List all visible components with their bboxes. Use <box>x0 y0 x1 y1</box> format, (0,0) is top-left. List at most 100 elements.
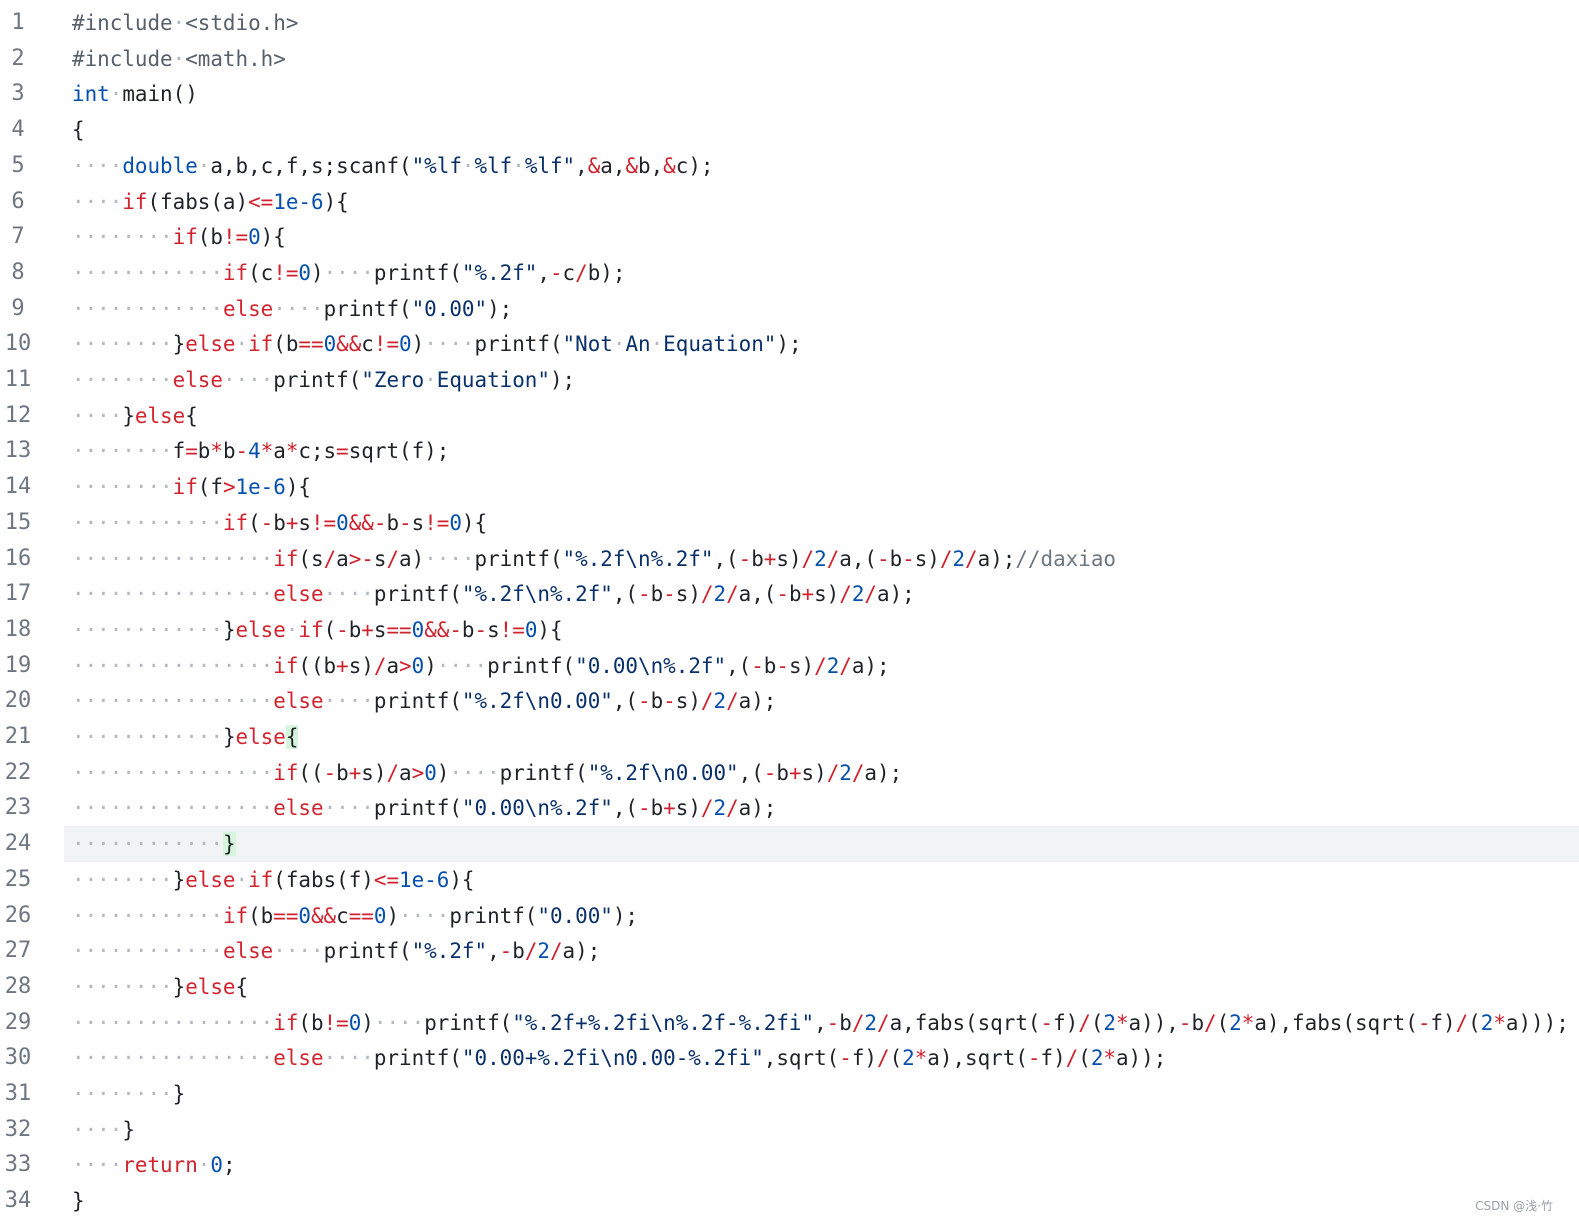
line-number: 23 <box>4 795 32 821</box>
code-text: ············if(c!=0)····printf("%.2f",-c… <box>72 260 626 285</box>
code-line[interactable]: 8 ············if(c!=0)····printf("%.2f",-… <box>0 255 1579 291</box>
code-text: ····double·a,b,c,f,s;scanf("%lf·%lf·%lf"… <box>72 153 714 178</box>
code-line[interactable]: 12 ····}else{ <box>0 398 1579 434</box>
code-text: ············if(-b+s!=0&&-b-s!=0){ <box>72 510 488 535</box>
line-number: 20 <box>4 688 32 714</box>
code-text: ····if(fabs(a)<=1e-6){ <box>72 189 349 214</box>
code-line[interactable]: 17 ················else····printf("%.2f\n… <box>0 576 1579 612</box>
code-line[interactable]: 32 ····} <box>0 1112 1579 1148</box>
line-number: 14 <box>4 474 32 500</box>
code-line[interactable]: 20 ················else····printf("%.2f\n… <box>0 683 1579 719</box>
code-text: #include·<math.h> <box>72 46 286 71</box>
code-line[interactable]: 21 ············}else{ <box>0 719 1579 755</box>
line-number: 21 <box>4 724 32 749</box>
code-text: #include·<stdio.h> <box>72 11 299 35</box>
code-text: ········}else·if(fabs(f)<=1e-6){ <box>72 867 475 892</box>
line-number: 16 <box>4 545 32 571</box>
code-text: ····return·0; <box>72 1153 236 1178</box>
line-number: 13 <box>4 438 32 464</box>
code-line[interactable]: 6 ····if(fabs(a)<=1e-6){ <box>0 184 1579 220</box>
line-number: 12 <box>4 402 32 428</box>
code-line[interactable]: 7 ········if(b!=0){ <box>0 219 1579 255</box>
code-editor[interactable]: 1 #include·<stdio.h> 2 #include·<math.h> 3 in… <box>0 0 1579 1230</box>
line-number: 5 <box>11 152 25 178</box>
code-text: ············if(b==0&&c==0)····printf("0.… <box>72 903 639 928</box>
line-number: 31 <box>4 1081 32 1106</box>
code-line[interactable]: 30 ················else····printf("0.00+%… <box>0 1040 1579 1076</box>
line-number: 24 <box>4 831 32 857</box>
code-text: ····} <box>72 1117 135 1142</box>
line-number: 6 <box>11 188 25 214</box>
line-number: 2 <box>11 45 25 71</box>
code-text: ················if(s/a>-s/a)····printf("… <box>72 546 1116 571</box>
code-line[interactable]: 29 ················if(b!=0)····printf("%.… <box>0 1005 1579 1041</box>
code-line[interactable]: 28 ········}else{ <box>0 969 1579 1005</box>
code-text: ················else····printf("0.00\n%.… <box>72 796 777 821</box>
code-text: ············} <box>72 832 236 857</box>
code-text: ················else····printf("0.00+%.2… <box>72 1046 1167 1071</box>
code-line[interactable]: 5 ····double·a,b,c,f,s;scanf("%lf·%lf·%lf… <box>0 148 1579 184</box>
code-text: ················if((b+s)/a>0)····printf(… <box>72 653 890 678</box>
code-line[interactable]: 19 ················if((b+s)/a>0)····print… <box>0 648 1579 684</box>
line-number: 34 <box>4 1188 32 1214</box>
code-line[interactable]: 18 ············}else·if(-b+s==0&&-b-s!=0)… <box>0 612 1579 648</box>
code-line[interactable]: 25 ········}else·if(fabs(f)<=1e-6){ <box>0 862 1579 898</box>
code-line[interactable]: 9 ············else····printf("0.00"); <box>0 291 1579 327</box>
code-line[interactable]: 31 ········} <box>0 1076 1579 1112</box>
code-line[interactable]: 26 ············if(b==0&&c==0)····printf("… <box>0 898 1579 934</box>
line-number: 26 <box>4 902 32 928</box>
line-number: 33 <box>4 1152 32 1178</box>
line-number: 8 <box>11 259 25 285</box>
line-number: 10 <box>4 331 32 357</box>
code-line[interactable]: 3 int·main() <box>0 76 1579 112</box>
code-text: ········}else·if(b==0&&c!=0)····printf("… <box>72 332 802 357</box>
code-line[interactable]: 16 ················if(s/a>-s/a)····printf… <box>0 541 1579 577</box>
code-text: int·main() <box>72 82 198 107</box>
code-text: ····}else{ <box>72 403 198 428</box>
code-line[interactable]: 23 ················else····printf("0.00\n… <box>0 790 1579 826</box>
code-line[interactable]: 14 ········if(f>1e-6){ <box>0 469 1579 505</box>
line-number: 9 <box>11 295 25 321</box>
code-text: } <box>72 1189 85 1214</box>
code-line[interactable]: 22 ················if((-b+s)/a>0)····prin… <box>0 755 1579 791</box>
line-number: 1 <box>11 10 25 35</box>
code-line[interactable]: 13 ········f=b*b-4*a*c;s=sqrt(f); <box>0 433 1579 469</box>
line-number: 29 <box>4 1009 32 1035</box>
line-number: 11 <box>4 367 32 392</box>
line-number: 18 <box>4 616 32 642</box>
line-number: 7 <box>11 224 25 250</box>
line-number: 3 <box>11 81 25 107</box>
code-line[interactable]: 1 #include·<stdio.h> <box>0 5 1579 41</box>
line-number: 32 <box>4 1116 32 1142</box>
code-text: ········if(f>1e-6){ <box>72 475 311 500</box>
code-line[interactable]: 4{ <box>0 112 1579 148</box>
code-text: ············}else·if(-b+s==0&&-b-s!=0){ <box>72 617 563 642</box>
line-number: 4 <box>11 117 25 143</box>
code-line[interactable]: 27 ············else····printf("%.2f",-b/2… <box>0 933 1579 969</box>
code-line[interactable]: 2 #include·<math.h> <box>0 41 1579 77</box>
code-text: ········else····printf("Zero·Equation"); <box>72 368 576 392</box>
code-text: ················else····printf("%.2f\n%.… <box>72 582 915 607</box>
code-text: ················if((-b+s)/a>0)····printf… <box>72 760 903 785</box>
code-text: ········} <box>72 1082 186 1106</box>
code-text: ········}else{ <box>72 974 249 999</box>
code-text: ········f=b*b-4*a*c;s=sqrt(f); <box>72 439 450 464</box>
code-line[interactable]: 34} <box>0 1183 1579 1219</box>
line-number: 30 <box>4 1045 32 1071</box>
line-number: 19 <box>4 652 32 678</box>
code-line[interactable]: 15 ············if(-b+s!=0&&-b-s!=0){ <box>0 505 1579 541</box>
code-line[interactable]: 11 ········else····printf("Zero·Equation"… <box>0 362 1579 398</box>
line-number: 17 <box>4 581 32 607</box>
code-line[interactable]: 10 ········}else·if(b==0&&c!=0)····printf… <box>0 326 1579 362</box>
line-number: 15 <box>4 509 32 535</box>
code-text: ············}else{ <box>72 725 299 749</box>
code-line[interactable]: 24 ············} <box>0 826 1579 863</box>
line-number: 22 <box>4 759 32 785</box>
code-text: ················else····printf("%.2f\n0.… <box>72 689 777 714</box>
code-text: ········if(b!=0){ <box>72 225 286 250</box>
code-text: ············else····printf("0.00"); <box>72 296 513 321</box>
line-number: 25 <box>4 866 32 892</box>
code-line[interactable]: 33 ····return·0; <box>0 1147 1579 1183</box>
watermark: CSDN @浅·竹 <box>1475 1199 1553 1213</box>
code-text: { <box>72 118 85 143</box>
